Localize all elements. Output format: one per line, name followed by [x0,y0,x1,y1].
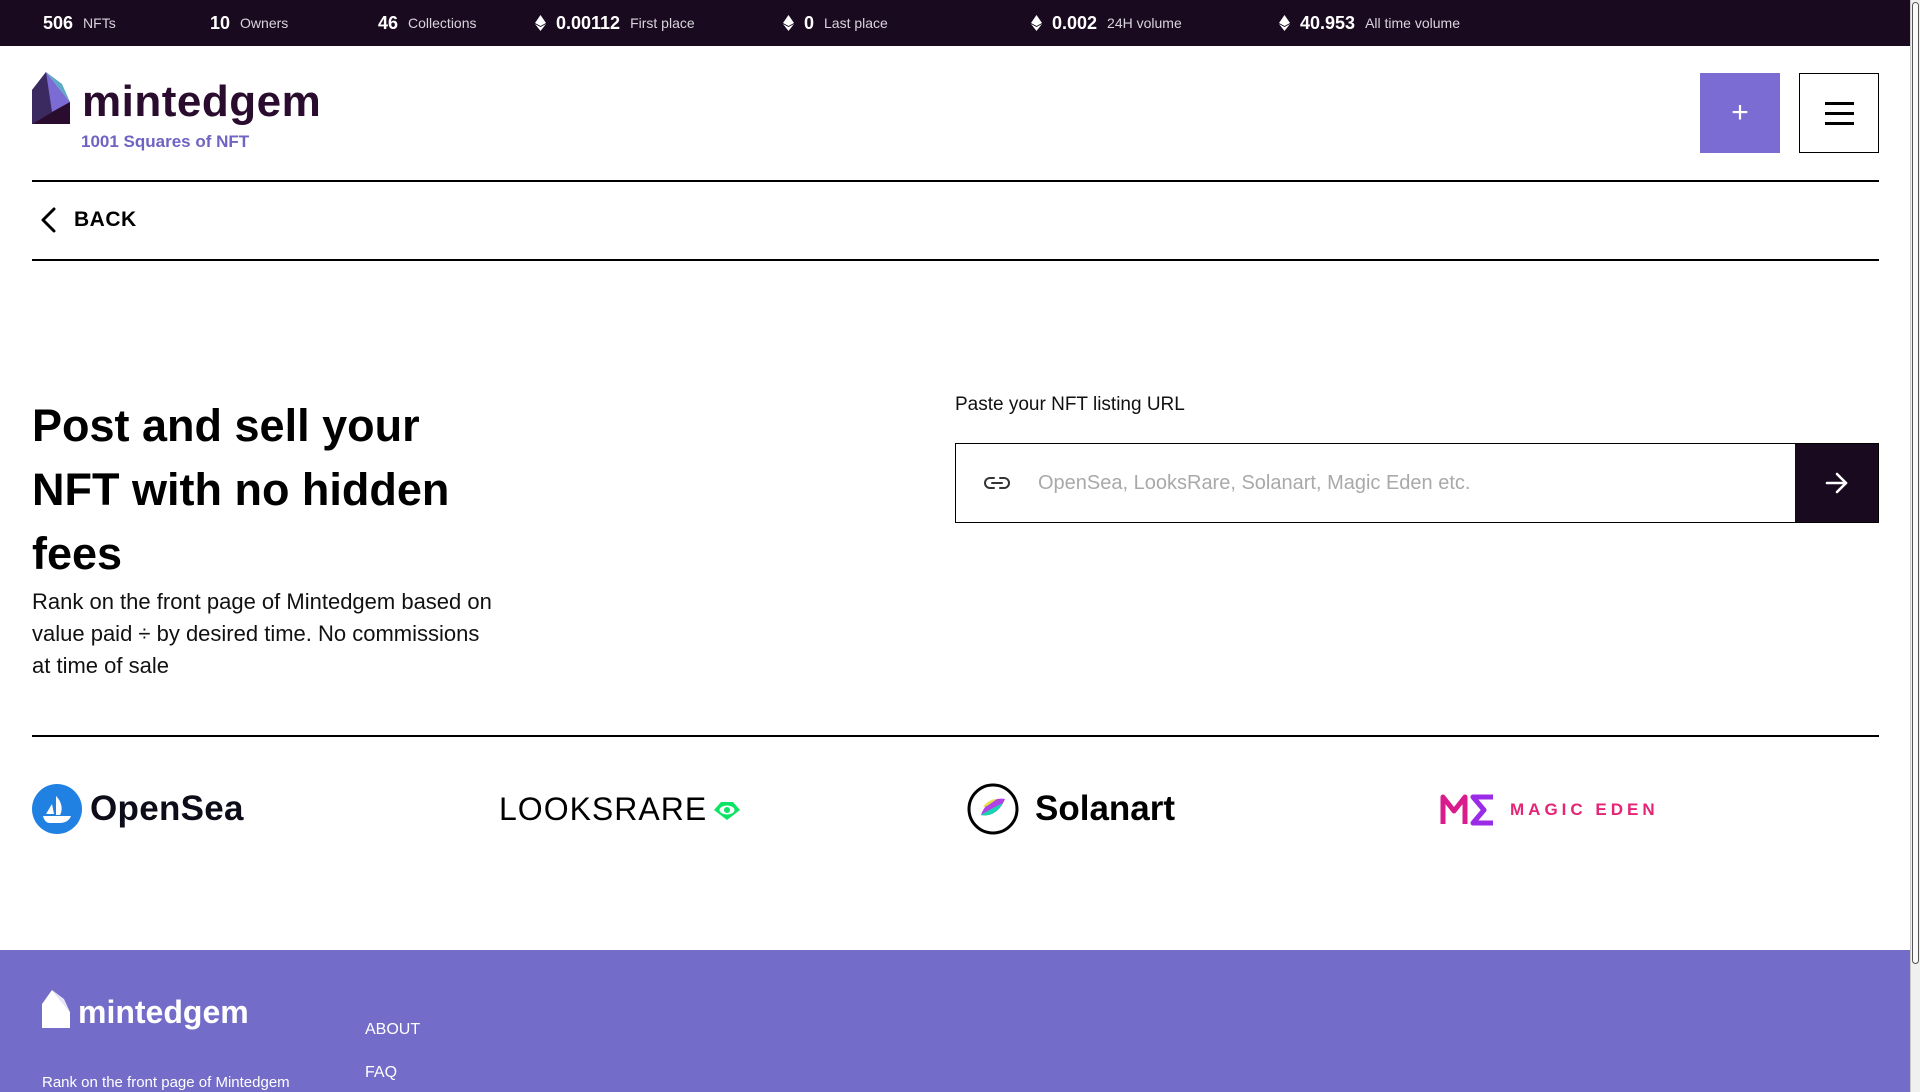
footer-brand: mintedgem [78,994,249,1030]
stat-label: NFTs [83,15,116,31]
stat-first-place: 0.00112 First place [535,0,695,46]
stat-label: Last place [824,15,888,31]
brand-tagline: 1001 Squares of NFT [81,132,250,151]
hamburger-icon-line [1824,101,1854,105]
stats-bar: 506 NFTs 10 Owners 46 Collections 0.0011… [0,0,1910,46]
opensea-logo: OpenSea [32,784,244,834]
link-icon [956,444,1038,522]
submit-url-button[interactable] [1795,444,1878,522]
stat-value: 506 [43,12,74,33]
footer-tagline: Rank on the front page of Mintedgem [42,1074,290,1091]
solanart-icon [967,783,1019,835]
eye-icon [714,801,741,820]
back-button[interactable]: BACK [38,203,137,237]
footer-logo[interactable]: mintedgem [42,990,249,1028]
stat-value: 40.953 [1300,12,1356,33]
brand-name: mintedgem [82,77,322,126]
ethereum-icon [783,15,794,31]
magiceden-logo: MAGIC EDEN [1440,793,1659,827]
divider [32,735,1879,737]
nft-url-input[interactable] [1038,444,1795,522]
solanart-label: Solanart [1035,789,1176,828]
solanart-logo: Solanart [967,783,1175,835]
footer-link-about[interactable]: ABOUT [365,1021,420,1039]
url-field-label: Paste your NFT listing URL [955,394,1185,415]
ethereum-icon [1031,15,1042,31]
stat-collections: 46 Collections [378,0,477,46]
hamburger-icon-line [1824,111,1854,115]
stat-label: Owners [240,15,289,31]
footer-link-faq[interactable]: FAQ [365,1064,397,1082]
stat-last-place: 0 Last place [783,0,888,46]
divider [32,259,1879,261]
page-description: Rank on the front page of Mintedgem base… [32,589,492,678]
stat-owners: 10 Owners [210,0,288,46]
stat-value: 0.002 [1052,12,1098,33]
stat-value: 10 [210,12,231,33]
looksrare-label: LOOKSRARE [499,791,708,827]
stat-label: 24H volume [1107,15,1182,31]
arrow-right-icon [1825,472,1847,494]
looksrare-logo: LOOKSRARE [499,791,741,828]
divider [32,180,1879,182]
ethereum-icon [1279,15,1290,31]
add-listing-button[interactable]: + [1700,73,1780,153]
page-scrollbar[interactable] [1910,0,1920,1092]
gem-logo-icon [42,990,70,1028]
stat-all-time-volume: 40.953 All time volume [1279,0,1460,46]
stat-value: 46 [378,12,399,33]
opensea-label: OpenSea [90,789,244,828]
url-form [955,443,1879,523]
menu-button[interactable] [1799,73,1879,153]
stat-24h-volume: 0.002 24H volume [1031,0,1182,46]
stat-nfts: 506 NFTs [43,0,116,46]
back-label: BACK [74,208,137,231]
scrollbar-thumb[interactable] [1912,2,1919,964]
footer [0,950,1910,1092]
chevron-left-icon [41,207,56,233]
stat-value: 0.00112 [556,12,621,33]
brand-logo[interactable]: mintedgem [32,72,321,124]
magiceden-label: MAGIC EDEN [1510,800,1659,819]
ethereum-icon [535,15,546,31]
stat-label: All time volume [1365,15,1460,31]
stat-label: First place [630,15,695,31]
stat-label: Collections [408,15,477,31]
gem-logo-icon [32,72,70,124]
stat-value: 0 [804,12,815,33]
page-title: Post and sell your NFT with no hidden fe… [32,400,450,579]
opensea-icon [32,784,82,834]
hamburger-icon-line [1824,121,1854,125]
magiceden-icon [1440,794,1493,826]
